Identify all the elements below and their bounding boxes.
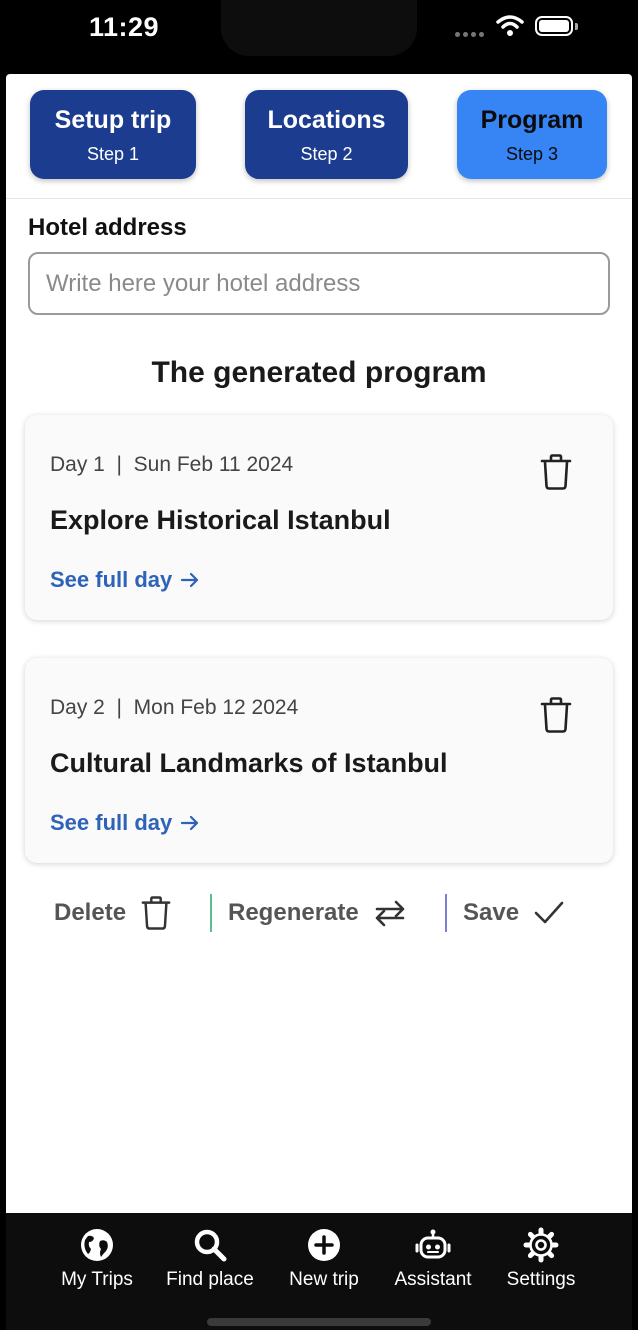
step-setup-trip[interactable]: Setup trip Step 1 — [30, 90, 196, 179]
hotel-address-input[interactable] — [28, 252, 610, 315]
see-full-day-label: See full day — [50, 810, 173, 835]
tab-my-trips[interactable]: My Trips — [49, 1227, 145, 1291]
step-navigation: Setup trip Step 1 Locations Step 2 Progr… — [6, 74, 632, 199]
wifi-icon — [496, 15, 524, 36]
tab-label: Find place — [166, 1269, 254, 1290]
step-title: Locations — [267, 106, 386, 134]
repeat-icon — [375, 900, 405, 927]
cellular-signal-icon — [455, 32, 484, 37]
trash-icon[interactable] — [539, 696, 573, 734]
regenerate-label: Regenerate — [228, 899, 359, 926]
tab-bar: My Trips Find place New trip Assistant S… — [6, 1213, 632, 1330]
tab-label: Settings — [506, 1269, 576, 1290]
checkmark-icon — [534, 901, 564, 924]
day-title: Explore Historical Istanbul — [50, 505, 391, 535]
delete-label: Delete — [54, 899, 127, 926]
program-actions: Delete Regenerate Save — [6, 892, 632, 938]
delete-button[interactable]: Delete — [54, 892, 172, 934]
battery-cap — [575, 23, 578, 30]
status-time: 11:29 — [89, 12, 160, 42]
see-full-day-link[interactable]: See full day — [50, 567, 200, 593]
step-subtitle: Step 2 — [300, 144, 353, 164]
tab-assistant[interactable]: Assistant — [385, 1227, 481, 1291]
trash-icon[interactable] — [539, 453, 573, 491]
tab-find-place[interactable]: Find place — [162, 1227, 258, 1291]
tab-settings[interactable]: Settings — [493, 1227, 589, 1291]
robot-icon — [415, 1229, 451, 1259]
step-subtitle: Step 3 — [505, 144, 559, 164]
see-full-day-link[interactable]: See full day — [50, 810, 200, 836]
arrow-right-icon — [181, 815, 199, 831]
dynamic-island — [221, 0, 417, 56]
program-title: The generated program — [151, 356, 487, 389]
day-card: Day 1 | Sun Feb 11 2024 Explore Historic… — [25, 415, 613, 620]
day-card: Day 2 | Mon Feb 12 2024 Cultural Landmar… — [25, 658, 613, 863]
tab-label: Assistant — [394, 1269, 472, 1290]
day-date: Day 1 | Sun Feb 11 2024 — [50, 453, 294, 476]
step-program[interactable]: Program Step 3 — [457, 90, 607, 179]
action-divider — [210, 894, 212, 932]
action-divider — [445, 894, 447, 932]
program-screen: Setup trip Step 1 Locations Step 2 Progr… — [6, 74, 632, 1213]
tab-label: New trip — [289, 1269, 359, 1290]
hotel-address-label: Hotel address — [28, 214, 187, 241]
step-title: Setup trip — [54, 106, 172, 134]
regenerate-button[interactable]: Regenerate — [228, 892, 407, 934]
save-label: Save — [463, 899, 520, 926]
trash-icon — [141, 896, 171, 930]
step-title: Program — [480, 106, 584, 134]
day-date: Day 2 | Mon Feb 12 2024 — [50, 696, 299, 719]
save-button[interactable]: Save — [463, 892, 565, 934]
gear-icon — [523, 1227, 559, 1263]
arrow-right-icon — [181, 572, 199, 588]
battery-icon — [535, 16, 573, 36]
step-locations[interactable]: Locations Step 2 — [245, 90, 408, 179]
home-indicator — [207, 1318, 431, 1326]
plus-circle-icon — [308, 1229, 340, 1261]
status-bar: 11:29 — [0, 0, 638, 74]
search-icon — [194, 1229, 227, 1262]
step-subtitle: Step 1 — [86, 144, 140, 164]
day-title: Cultural Landmarks of Istanbul — [50, 748, 448, 778]
see-full-day-label: See full day — [50, 567, 173, 592]
tab-new-trip[interactable]: New trip — [276, 1227, 372, 1291]
globe-icon — [81, 1229, 113, 1261]
tab-label: My Trips — [61, 1269, 133, 1290]
